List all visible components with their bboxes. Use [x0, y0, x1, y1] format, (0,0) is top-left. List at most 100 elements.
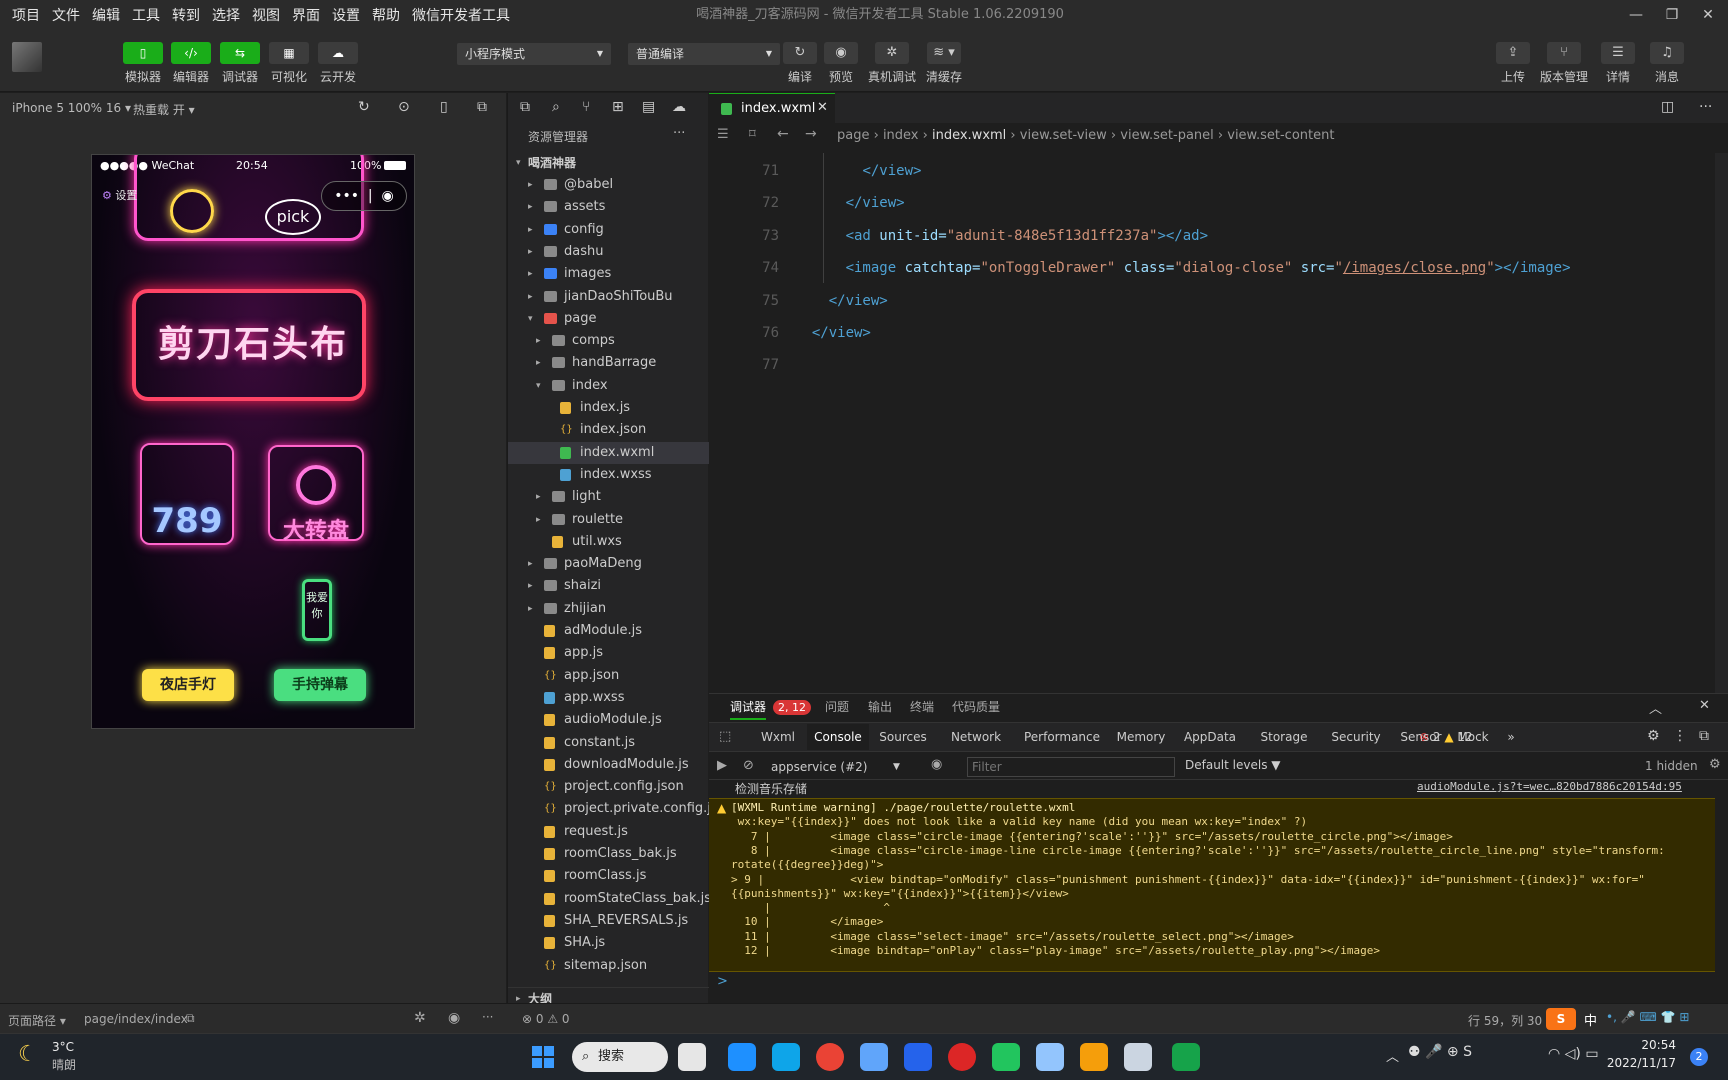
mode-select[interactable]: 小程序模式 ▼: [457, 43, 611, 65]
tree-file[interactable]: roomStateClass_bak.js: [508, 888, 711, 910]
forward-icon[interactable]: →: [805, 126, 817, 142]
storage-icon[interactable]: ▤: [642, 99, 655, 115]
levels-select[interactable]: Default levels ▼: [1185, 758, 1281, 772]
chevron-icon[interactable]: ▸: [528, 575, 533, 597]
tree-file[interactable]: roomClass_bak.js: [508, 843, 709, 865]
minimize-button[interactable]: —: [1616, 0, 1656, 30]
debug-icon[interactable]: ✲: [414, 1010, 426, 1026]
clear-console-icon[interactable]: ⊘: [743, 758, 754, 773]
tree-folder[interactable]: ▸ images: [508, 263, 709, 285]
devtools-tab[interactable]: 输出: [868, 694, 892, 720]
edge-icon[interactable]: [728, 1043, 756, 1071]
bell-button[interactable]: ♫: [1650, 42, 1684, 64]
cloud-toggle-button[interactable]: ☁: [318, 42, 358, 64]
more-icon[interactable]: ···: [482, 1010, 493, 1024]
filter-input[interactable]: [967, 757, 1175, 777]
tree-file[interactable]: {} project.private.config.js...: [508, 798, 730, 820]
panel-tab[interactable]: Mock: [1451, 724, 1495, 750]
devtools-tab[interactable]: 调试器: [730, 694, 767, 720]
menu-item[interactable]: 工具: [132, 5, 160, 25]
tree-folder[interactable]: ▸ jianDaoShiTouBu: [508, 286, 709, 308]
wechat-devtools-icon[interactable]: [1172, 1043, 1200, 1071]
record-icon[interactable]: ⊙: [398, 99, 410, 115]
tree-folder[interactable]: ▸ comps: [508, 330, 709, 352]
tree-folder[interactable]: ▸ roulette: [508, 509, 709, 531]
menu-item[interactable]: 微信开发者工具: [412, 5, 510, 25]
rotate-icon[interactable]: ↻: [358, 99, 370, 115]
phone-toggle-button[interactable]: ▯: [123, 42, 163, 64]
panel-tab[interactable]: Wxml: [753, 724, 803, 750]
breadcrumb-item[interactable]: page: [837, 128, 869, 143]
live-expression-eye-icon[interactable]: ◉: [931, 757, 942, 772]
tree-folder[interactable]: ▸ light: [508, 486, 709, 508]
panel-tab[interactable]: Memory: [1111, 724, 1171, 750]
ime-toolbar-icons[interactable]: •, 🎤 ⌨ 👕 ⊞: [1606, 1010, 1689, 1024]
weather-temp[interactable]: 3°C: [52, 1040, 74, 1054]
chevron-icon[interactable]: ▸: [528, 241, 533, 263]
problems-count[interactable]: ⊗ 0 ⚠ 0: [522, 1012, 570, 1026]
bookmark-icon[interactable]: ⌑: [749, 127, 756, 142]
chrome-icon[interactable]: [816, 1043, 844, 1071]
tree-file[interactable]: index.wxml: [508, 441, 709, 464]
files-icon[interactable]: ⧉: [520, 99, 530, 115]
maximize-button[interactable]: ❐: [1652, 0, 1692, 30]
code-line[interactable]: </view>: [795, 163, 921, 179]
collapse-icon[interactable]: ︿: [1649, 698, 1662, 717]
menu-item[interactable]: 文件: [52, 5, 80, 25]
handheld-barrage-button[interactable]: 手持弹幕: [274, 669, 366, 701]
upload-button[interactable]: ⇪: [1496, 42, 1530, 64]
chevron-icon[interactable]: ▸: [536, 486, 541, 508]
tree-file[interactable]: {} index.json: [508, 419, 709, 441]
menu-item[interactable]: 项目: [12, 5, 40, 25]
tree-file[interactable]: app.wxss: [508, 687, 709, 709]
qq-icon[interactable]: [1036, 1043, 1064, 1071]
close-button[interactable]: ✕: [1688, 0, 1728, 30]
tree-folder[interactable]: ▸ shaizi: [508, 575, 709, 597]
clock-date[interactable]: 2022/11/17: [1596, 1056, 1676, 1070]
clock-time[interactable]: 20:54: [1620, 1038, 1676, 1052]
bug-button[interactable]: ✲: [875, 42, 909, 64]
context-select[interactable]: appservice (#2) ▼: [769, 756, 905, 778]
explorer-more-button[interactable]: ···: [673, 126, 685, 141]
more-actions-icon[interactable]: ···: [1699, 99, 1712, 115]
panel-tab[interactable]: Sources: [869, 724, 937, 750]
eye-button[interactable]: ◉: [824, 42, 858, 64]
tree-folder[interactable]: ▾ page: [508, 308, 709, 330]
avatar[interactable]: [12, 42, 42, 72]
wifi-volume-battery-icons[interactable]: ◠ ◁) ▭: [1548, 1046, 1599, 1062]
tree-root[interactable]: ▾ 喝酒神器: [508, 152, 709, 174]
notepad-icon[interactable]: [860, 1043, 888, 1071]
git-icon[interactable]: ⑂: [582, 99, 590, 115]
tree-file[interactable]: index.js: [508, 397, 709, 419]
branch-button[interactable]: ⑂: [1547, 42, 1581, 64]
task-view-icon[interactable]: [678, 1043, 706, 1071]
tree-folder[interactable]: ▸ paoMaDeng: [508, 553, 709, 575]
hot-reload-toggle[interactable]: 热重载 开 ▾: [133, 101, 195, 118]
code-toggle-button[interactable]: ‹/›: [171, 42, 211, 64]
menu-button[interactable]: ☰: [1601, 42, 1635, 64]
dock-icon[interactable]: ⧉: [1699, 728, 1709, 744]
chevron-icon[interactable]: ▸: [536, 330, 541, 352]
breadcrumb-item[interactable]: view.set-content: [1227, 128, 1334, 143]
devtools-tab[interactable]: 终端: [910, 694, 934, 720]
code-line[interactable]: </view>: [795, 195, 905, 211]
tree-file[interactable]: {} app.json: [508, 665, 709, 687]
extensions-icon[interactable]: ⊞: [612, 99, 624, 115]
panel-tab[interactable]: Console: [807, 724, 869, 750]
game-icon[interactable]: [1080, 1043, 1108, 1071]
chevron-icon[interactable]: ▸: [528, 263, 533, 285]
tree-file[interactable]: util.wxs: [508, 531, 709, 553]
code-line[interactable]: </view>: [795, 293, 888, 309]
panel-tab[interactable]: Performance: [1015, 724, 1109, 750]
search-icon[interactable]: ⌕: [552, 99, 560, 115]
tree-file[interactable]: {} sitemap.json: [508, 955, 709, 977]
panel-tab[interactable]: Sensor: [1395, 724, 1447, 750]
device-select[interactable]: iPhone 5 100% 16 ▾: [12, 101, 131, 115]
sidebar-toggle-icon[interactable]: ▶: [717, 758, 727, 773]
tree-folder[interactable]: ▸ handBarrage: [508, 352, 709, 374]
settings-gear-icon[interactable]: ⚙: [1647, 728, 1660, 744]
edge-dev-icon[interactable]: [772, 1043, 800, 1071]
panel-tab[interactable]: Network: [939, 724, 1013, 750]
tree-file[interactable]: {} project.config.json: [508, 776, 709, 798]
ime-mode[interactable]: 中: [1584, 1010, 1597, 1029]
